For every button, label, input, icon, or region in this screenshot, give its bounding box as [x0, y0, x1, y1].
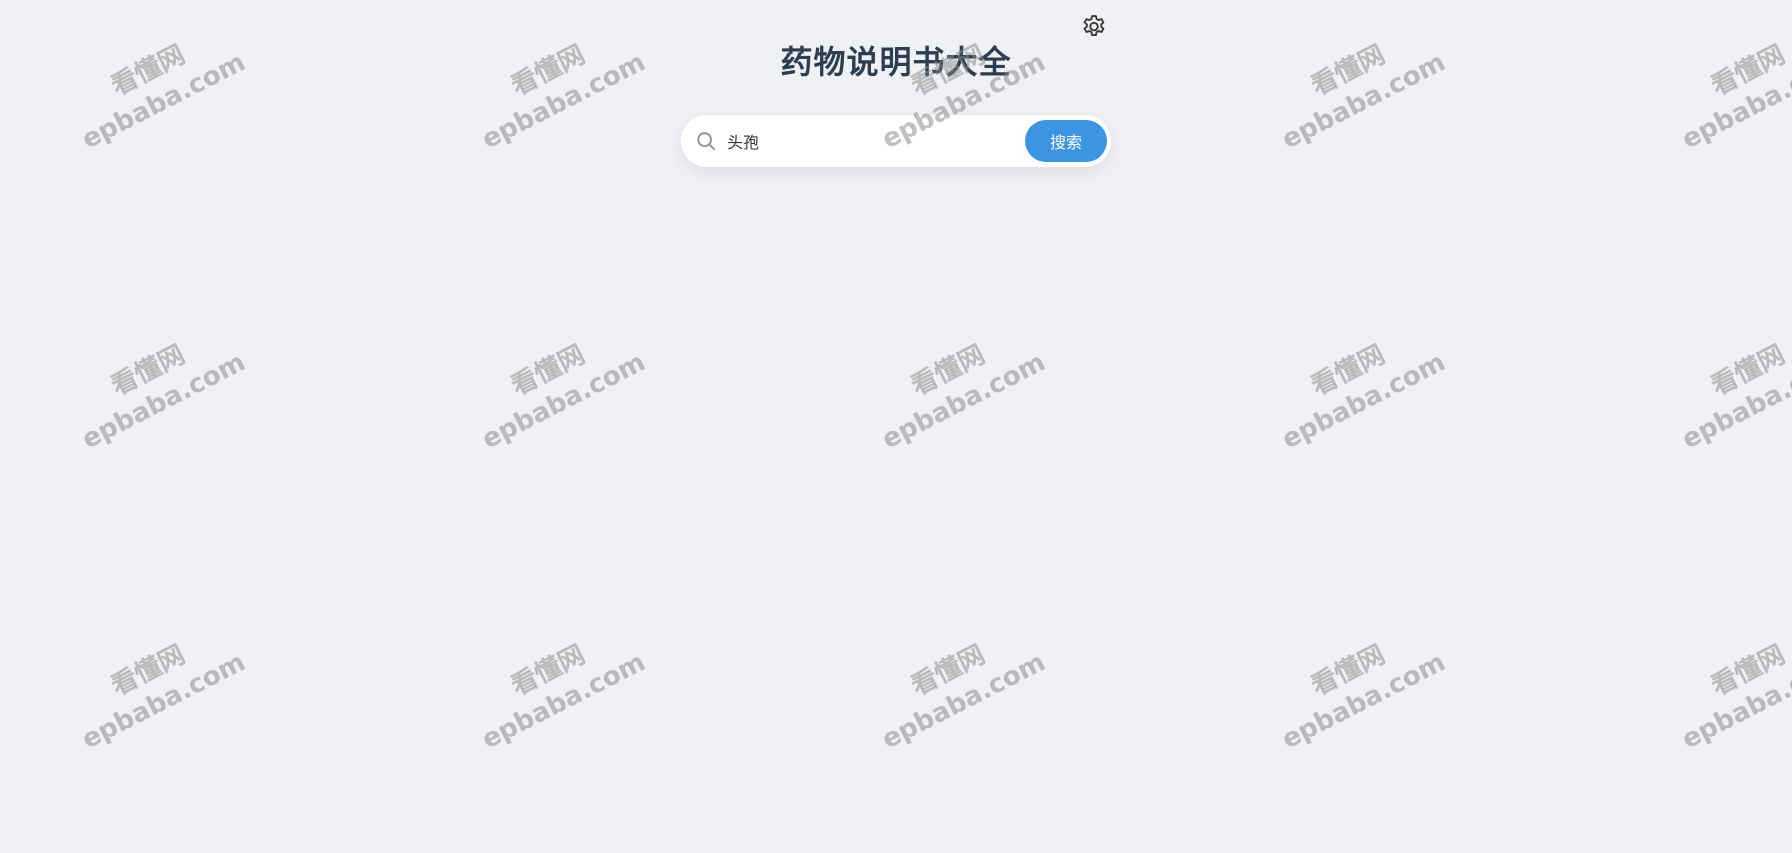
watermark: 看懂网 epbaba.com [51, 10, 260, 161]
watermark-line-1: 看懂网 [506, 639, 590, 702]
watermark-line-1: 看懂网 [1706, 339, 1790, 402]
watermark-line-1: 看懂网 [106, 339, 190, 402]
watermark: 看懂网 epbaba.com [1251, 10, 1460, 161]
watermark-line-1: 看懂网 [1706, 639, 1790, 702]
watermark: 看懂网 epbaba.com [51, 310, 260, 461]
watermark: 看懂网 epbaba.com [51, 610, 260, 761]
watermark: 看懂网 epbaba.com [451, 10, 660, 161]
watermark-line-1: 看懂网 [1306, 639, 1390, 702]
watermark: 看懂网 epbaba.com [851, 310, 1060, 461]
watermark-line-1: 看懂网 [1306, 339, 1390, 402]
search-button[interactable]: 搜索 [1025, 120, 1107, 162]
search-icon [697, 132, 716, 151]
watermark-line-1: 看懂网 [906, 339, 990, 402]
watermark-line-1: 看懂网 [906, 639, 990, 702]
watermark-line-2: epbaba.com [1677, 647, 1792, 756]
gear-icon [1083, 15, 1105, 36]
watermark-line-2: epbaba.com [1677, 347, 1792, 456]
watermark: 看懂网 epbaba.com [1651, 610, 1792, 761]
watermark-line-1: 看懂网 [506, 339, 590, 402]
watermark: 看懂网 epbaba.com [1251, 310, 1460, 461]
settings-button[interactable] [1078, 11, 1110, 43]
watermark-line-2: epbaba.com [1277, 347, 1451, 456]
watermark: 看懂网 epbaba.com [1651, 10, 1792, 161]
watermark-line-2: epbaba.com [77, 647, 251, 756]
watermark-line-2: epbaba.com [1277, 647, 1451, 756]
page-title: 药物说明书大全 [780, 43, 1012, 81]
search-input[interactable] [727, 125, 1027, 157]
watermark-line-2: epbaba.com [877, 647, 1051, 756]
watermark: 看懂网 epbaba.com [1651, 310, 1792, 461]
watermark: 看懂网 epbaba.com [1251, 610, 1460, 761]
watermark-line-2: epbaba.com [77, 347, 251, 456]
watermark-line-1: 看懂网 [106, 639, 190, 702]
watermark-line-2: epbaba.com [877, 347, 1051, 456]
search-bar: 搜索 [681, 115, 1111, 167]
watermark: 看懂网 epbaba.com [451, 610, 660, 761]
page: 药物说明书大全 搜索 看懂网epbaba.com看懂网epbaba.com看懂网… [0, 0, 1792, 853]
watermark: 看懂网 epbaba.com [851, 610, 1060, 761]
watermark-line-2: epbaba.com [477, 347, 651, 456]
watermark: 看懂网 epbaba.com [451, 310, 660, 461]
watermark-line-2: epbaba.com [477, 647, 651, 756]
